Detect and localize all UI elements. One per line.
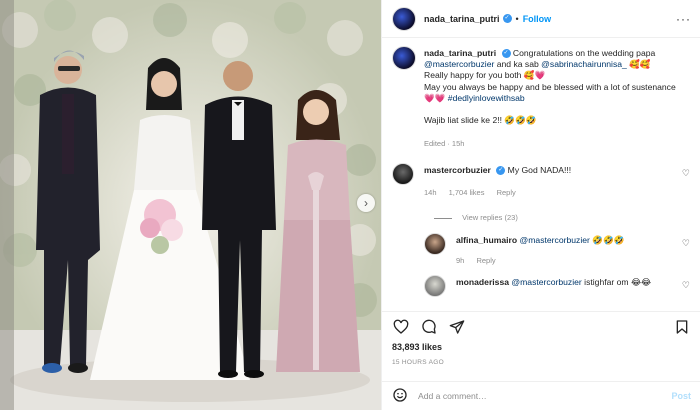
share-icon[interactable] [448,318,466,336]
heart-icon[interactable]: ♡ [682,168,690,179]
follow-button[interactable]: Follow [523,14,552,24]
post-actions: 83,893 likes 15 HOURS AGO [382,311,700,385]
caption-emoji: 💗💗 [424,92,446,103]
view-replies-button[interactable]: View replies (23) [434,213,518,222]
check-badge-icon: ✓ [501,49,511,59]
caption-avatar[interactable] [392,46,416,70]
action-icons [392,318,466,336]
check-badge-icon: ✓ [496,166,506,176]
caption-username[interactable]: nada_tarina_putri [424,48,496,58]
caption-edited: Edited · 15h [424,138,465,148]
author-avatar[interactable] [392,6,416,31]
post-comment-button[interactable]: Post [671,391,691,401]
caption-line4: May you always be happy and be blessed w… [424,81,676,92]
caption-line2: and ka sab [496,59,539,70]
divider [434,217,452,219]
comment-item: mastercorbuzier ✓ My God NADA!!! 14h 1,7… [392,163,692,233]
caption-line5: Wajib liat slide ke 2!! [424,115,503,126]
comment-meta: 14h 1,704 likes Reply [424,188,526,197]
comment-time: 9h [456,256,465,265]
comment-text: mastercorbuzier ✓ My God NADA!!! [424,165,674,176]
post-sidebar: nada_tarina_putri ✓ • Follow ··· nada_ta… [381,0,700,410]
comment-body: My God NADA!!! [507,165,572,175]
heart-icon[interactable]: ♡ [682,238,690,249]
mention-link[interactable]: @mastercorbuzier [520,235,590,245]
comment-text: alfina_humairo @mastercorbuzier 🤣🤣🤣 [456,235,676,246]
post-caption: nada_tarina_putri ✓ Congratulations on t… [392,46,692,156]
comments-list[interactable]: nada_tarina_putri ✓ Congratulations on t… [382,39,700,311]
comment-time: 14h [424,188,437,197]
smiley-icon[interactable] [392,387,408,405]
reply-button[interactable]: Reply [497,188,516,197]
mention-link[interactable]: @mastercorbuzier [424,59,494,69]
mention-link[interactable]: @mastercorbuzier [511,277,581,287]
commenter-username[interactable]: monaderissa [456,277,509,287]
caption-emoji: 🤣🤣🤣 [504,115,537,126]
comment-input[interactable]: Add a comment… [418,391,671,401]
heart-icon[interactable]: ♡ [682,280,690,291]
likes-count[interactable]: 83,893 likes [392,342,442,352]
post-photo[interactable]: › [0,0,381,410]
comment-likes[interactable]: 1,704 likes [449,188,485,197]
comment-icon[interactable] [420,318,438,336]
commenter-avatar[interactable] [424,233,446,255]
caption-line3: Really happy for you both [424,70,522,81]
caption-emoji: 🥰🥰 [629,59,651,70]
caption-emoji: 🥰💗 [523,70,546,81]
add-comment-bar: Add a comment… Post [382,381,700,410]
commenter-username[interactable]: alfina_humairo [456,235,517,245]
view-replies-label: View replies (23) [462,213,518,222]
next-slide-button[interactable]: › [357,194,375,212]
comment-meta: 9h Reply [456,256,506,265]
comment-emoji: 😂😂 [630,277,652,287]
chevron-right-icon: › [364,196,368,210]
reply-button[interactable]: Reply [476,256,495,265]
caption-text: nada_tarina_putri ✓ Congratulations on t… [424,48,682,149]
commenter-avatar[interactable] [424,275,446,297]
mention-link[interactable]: @sabrinachairunnisa_ [541,59,627,69]
author-username[interactable]: nada_tarina_putri [424,14,500,24]
comment-body: istighfar om [584,277,629,287]
post-time: 15 HOURS AGO [392,359,445,366]
commenter-username[interactable]: mastercorbuzier [424,165,491,175]
reply-item: monaderissa @mastercorbuzier istighfar o… [424,275,692,311]
comment-emoji: 🤣🤣🤣 [592,235,625,245]
bookmark-icon[interactable] [673,318,691,336]
hashtag-link[interactable]: #dedlyinlovewithsab [448,93,525,103]
comment-text: monaderissa @mastercorbuzier istighfar o… [456,277,676,288]
commenter-avatar[interactable] [392,163,414,185]
wedding-photo-illustration [0,0,381,410]
separator-dot: • [515,13,519,24]
reply-item: alfina_humairo @mastercorbuzier 🤣🤣🤣 9h R… [424,233,692,269]
check-badge-icon: ✓ [502,14,512,23]
post-header: nada_tarina_putri ✓ • Follow ··· [382,0,700,38]
more-dots-icon[interactable]: ··· [676,12,691,26]
caption-line1: Congratulations on the wedding papa [512,48,656,58]
heart-icon[interactable] [392,318,410,336]
